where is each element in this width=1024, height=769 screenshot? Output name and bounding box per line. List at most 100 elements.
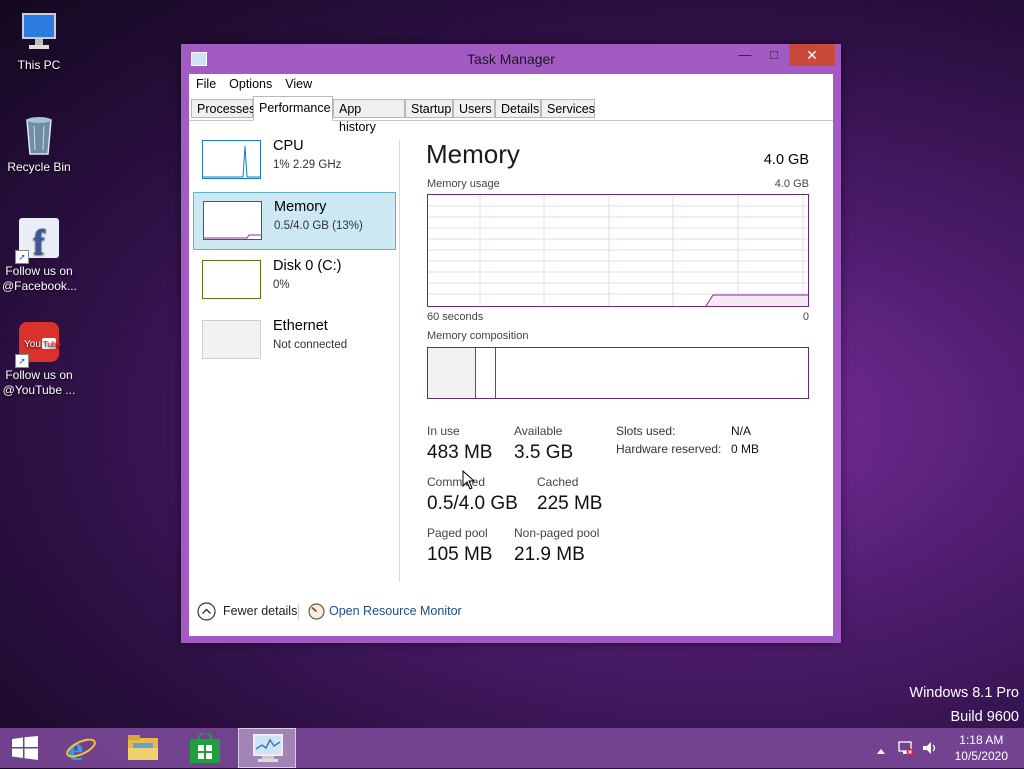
tab-strip: Processes Performance App history Startu… [189,96,833,134]
desktop-icon-label-line2: @Facebook... [2,279,77,293]
perf-item-sub: Not connected [273,339,348,351]
clock-time: 1:18 AM [959,733,1004,747]
perf-item-sub: 0.5/4.0 GB (13%) [274,220,363,232]
desktop-icon-label: This PC [17,58,61,72]
detail-title: Memory [426,139,520,169]
stat-label-paged-pool: Paged pool [427,526,488,540]
perf-item-memory[interactable]: Memory 0.5/4.0 GB (13%) [193,192,396,250]
shortcut-arrow-icon: ➚ [15,250,29,264]
taskbar-internet-explorer[interactable]: e [52,728,110,768]
taskbar-clock[interactable]: 1:18 AM 10/5/2020 [955,732,1008,764]
menu-view[interactable]: View [278,74,318,91]
stat-value-non-paged-pool: 21.9 MB [514,544,585,565]
perf-item-sub: 0% [273,279,290,291]
resource-monitor-icon [308,603,325,625]
network-disconnected-icon[interactable] [898,740,914,759]
desktop-icon-label-line1: Follow us on [5,264,73,278]
svg-text:f: f [33,222,46,260]
stat-value-committed: 0.5/4.0 GB [427,493,518,514]
recycle-bin-icon [17,112,61,156]
title-bar[interactable]: Task Manager — □ ✕ [181,44,841,74]
menu-options[interactable]: Options [222,74,278,91]
windows-edition-watermark: Windows 8.1 Pro [909,685,1019,701]
stat-label-available: Available [514,424,563,438]
internet-explorer-icon: e [65,731,97,769]
perf-item-name: Memory [274,199,327,215]
start-button[interactable] [0,728,58,768]
desktop-icon-label: Recycle Bin [7,160,71,174]
stat-label-in-use: In use [427,424,460,438]
stat-value-in-use: 483 MB [427,442,493,463]
tab-users[interactable]: Users [453,99,495,118]
perf-item-ethernet[interactable]: Ethernet Not connected [193,312,396,370]
desktop-icon-label-line1: Follow us on [5,368,73,382]
disk-thumbnail-graph [202,260,261,299]
open-resource-monitor-label: Open Resource Monitor [329,604,462,618]
stat-label-committed: Committed [427,475,486,489]
tab-details[interactable]: Details [495,99,541,118]
fewer-details-label: Fewer details [223,604,298,618]
graph-axis-right: 0 [802,311,809,323]
desktop-icon-facebook[interactable]: f ➚ Follow us on @Facebook... [2,216,77,294]
clock-date: 10/5/2020 [954,749,1008,763]
task-manager-icon [252,733,284,768]
taskbar-store[interactable] [176,728,234,768]
folder-icon [127,734,159,767]
close-button[interactable]: ✕ [789,44,835,66]
memory-usage-label: Memory usage [427,178,500,190]
stat-value-paged-pool: 105 MB [427,544,493,565]
desktop-icon-youtube[interactable]: You Tube ➚ Follow us on @YouTube ... [2,320,76,398]
perf-item-name: CPU [273,138,304,154]
memory-thumbnail-graph [203,201,262,240]
hardware-reserved-label: Hardware reserved: [616,442,722,456]
perf-item-cpu[interactable]: CPU 1% 2.29 GHz [193,132,396,190]
perf-item-disk[interactable]: Disk 0 (C:) 0% [193,252,396,310]
taskbar-task-manager[interactable] [238,728,296,768]
desktop-icon-recycle-bin[interactable]: Recycle Bin [2,112,76,175]
windows-logo-icon [12,736,38,765]
menu-bar: File Options View [189,74,833,94]
cpu-thumbnail-graph [202,140,261,179]
chevron-up-circle-icon [197,602,216,626]
perf-item-name: Ethernet [273,318,328,334]
stat-label-non-paged-pool: Non-paged pool [514,526,600,540]
menu-file[interactable]: File [189,74,222,91]
stat-value-cached: 225 MB [537,493,603,514]
window-client-area: File Options View Processes Performance Ap… [189,74,833,636]
desktop-icon-this-pc[interactable]: This PC [2,10,76,73]
tab-startup[interactable]: Startup [405,99,453,118]
perf-item-name: Disk 0 (C:) [273,258,342,274]
volume-icon[interactable] [922,740,938,759]
memory-composition-bar [427,347,809,399]
tab-services[interactable]: Services [541,99,595,118]
composition-separator [495,348,496,398]
memory-usage-graph [427,194,809,307]
store-icon [190,731,220,768]
shortcut-arrow-icon: ➚ [15,354,29,368]
stat-label-cached: Cached [537,475,579,489]
composition-in-use [428,348,476,398]
panel-divider [399,140,400,582]
youtube-icon: You Tube ➚ [15,320,61,368]
computer-icon [17,10,61,54]
memory-usage-max: 4.0 GB [774,178,809,190]
tab-app-history[interactable]: App history [333,99,405,134]
facebook-icon: f ➚ [15,216,61,264]
desktop-icon-label-line2: @YouTube ... [2,383,76,397]
stat-value-available: 3.5 GB [514,442,574,463]
show-hidden-icons-chevron-icon[interactable] [876,744,886,758]
footer-separator [298,604,299,620]
taskbar-file-explorer[interactable] [114,728,172,768]
tab-performance[interactable]: Performance [253,96,333,121]
taskbar: e 1:18 AM 10/5/2020 [0,728,1024,768]
svg-text:Tube: Tube [43,340,61,349]
tab-processes[interactable]: Processes [191,99,255,118]
system-tray [872,728,942,768]
maximize-button[interactable]: □ [761,44,787,66]
windows-build-watermark: Build 9600 [950,709,1019,725]
hardware-reserved-value: 0 MB [731,442,760,456]
task-manager-window: Task Manager — □ ✕ File Options View Proce… [181,44,841,643]
minimize-button[interactable]: — [732,44,758,66]
memory-composition-label: Memory composition [427,330,529,342]
svg-text:You: You [24,339,41,350]
